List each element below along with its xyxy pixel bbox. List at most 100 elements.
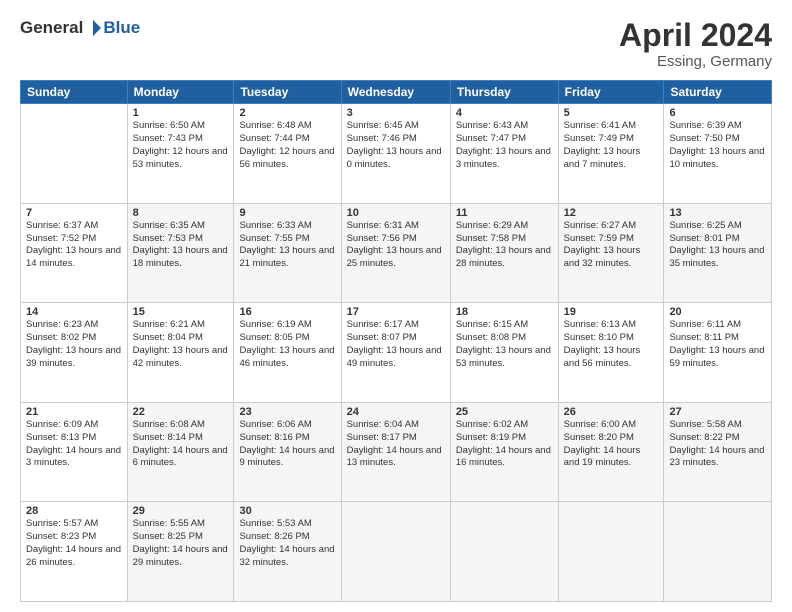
calendar-week-row: 21Sunrise: 6:09 AM Sunset: 8:13 PM Dayli… [21, 402, 772, 502]
calendar-cell: 3Sunrise: 6:45 AM Sunset: 7:46 PM Daylig… [341, 104, 450, 204]
day-info: Sunrise: 6:39 AM Sunset: 7:50 PM Dayligh… [669, 120, 766, 171]
day-number: 1 [133, 107, 229, 119]
day-number: 6 [669, 107, 766, 119]
calendar-cell: 23Sunrise: 6:06 AM Sunset: 8:16 PM Dayli… [234, 402, 341, 502]
calendar-week-row: 28Sunrise: 5:57 AM Sunset: 8:23 PM Dayli… [21, 502, 772, 602]
day-number: 20 [669, 306, 766, 318]
day-info: Sunrise: 6:09 AM Sunset: 8:13 PM Dayligh… [26, 419, 122, 470]
day-info: Sunrise: 6:13 AM Sunset: 8:10 PM Dayligh… [564, 319, 659, 370]
day-number: 16 [239, 306, 335, 318]
title-block: April 2024 Essing, Germany [619, 18, 772, 70]
calendar-cell: 2Sunrise: 6:48 AM Sunset: 7:44 PM Daylig… [234, 104, 341, 204]
calendar-cell: 18Sunrise: 6:15 AM Sunset: 8:08 PM Dayli… [450, 303, 558, 403]
day-number: 27 [669, 406, 766, 418]
day-info: Sunrise: 5:57 AM Sunset: 8:23 PM Dayligh… [26, 518, 122, 569]
calendar-cell: 13Sunrise: 6:25 AM Sunset: 8:01 PM Dayli… [664, 203, 772, 303]
day-number: 10 [347, 207, 445, 219]
calendar-cell: 20Sunrise: 6:11 AM Sunset: 8:11 PM Dayli… [664, 303, 772, 403]
weekday-header-tuesday: Tuesday [234, 81, 341, 104]
day-info: Sunrise: 6:08 AM Sunset: 8:14 PM Dayligh… [133, 419, 229, 470]
day-info: Sunrise: 6:45 AM Sunset: 7:46 PM Dayligh… [347, 120, 445, 171]
calendar-cell: 25Sunrise: 6:02 AM Sunset: 8:19 PM Dayli… [450, 402, 558, 502]
day-number: 3 [347, 107, 445, 119]
weekday-header-monday: Monday [127, 81, 234, 104]
month-title: April 2024 [619, 18, 772, 53]
calendar-cell: 24Sunrise: 6:04 AM Sunset: 8:17 PM Dayli… [341, 402, 450, 502]
weekday-header-row: SundayMondayTuesdayWednesdayThursdayFrid… [21, 81, 772, 104]
day-info: Sunrise: 6:43 AM Sunset: 7:47 PM Dayligh… [456, 120, 553, 171]
day-info: Sunrise: 6:04 AM Sunset: 8:17 PM Dayligh… [347, 419, 445, 470]
calendar-cell: 9Sunrise: 6:33 AM Sunset: 7:55 PM Daylig… [234, 203, 341, 303]
day-number: 19 [564, 306, 659, 318]
calendar-cell: 12Sunrise: 6:27 AM Sunset: 7:59 PM Dayli… [558, 203, 664, 303]
day-info: Sunrise: 6:15 AM Sunset: 8:08 PM Dayligh… [456, 319, 553, 370]
day-info: Sunrise: 6:11 AM Sunset: 8:11 PM Dayligh… [669, 319, 766, 370]
calendar-cell: 21Sunrise: 6:09 AM Sunset: 8:13 PM Dayli… [21, 402, 128, 502]
calendar-cell: 11Sunrise: 6:29 AM Sunset: 7:58 PM Dayli… [450, 203, 558, 303]
day-info: Sunrise: 6:29 AM Sunset: 7:58 PM Dayligh… [456, 220, 553, 271]
calendar-page: General Blue April 2024 Essing, Germany … [0, 0, 792, 612]
day-info: Sunrise: 6:50 AM Sunset: 7:43 PM Dayligh… [133, 120, 229, 171]
day-number: 26 [564, 406, 659, 418]
weekday-header-saturday: Saturday [664, 81, 772, 104]
day-number: 29 [133, 505, 229, 517]
logo-general: General [20, 18, 83, 38]
calendar-cell: 27Sunrise: 5:58 AM Sunset: 8:22 PM Dayli… [664, 402, 772, 502]
calendar-cell: 7Sunrise: 6:37 AM Sunset: 7:52 PM Daylig… [21, 203, 128, 303]
day-number: 13 [669, 207, 766, 219]
calendar-cell: 28Sunrise: 5:57 AM Sunset: 8:23 PM Dayli… [21, 502, 128, 602]
calendar-cell: 16Sunrise: 6:19 AM Sunset: 8:05 PM Dayli… [234, 303, 341, 403]
day-info: Sunrise: 6:37 AM Sunset: 7:52 PM Dayligh… [26, 220, 122, 271]
day-number: 5 [564, 107, 659, 119]
calendar-cell: 6Sunrise: 6:39 AM Sunset: 7:50 PM Daylig… [664, 104, 772, 204]
header: General Blue April 2024 Essing, Germany [20, 18, 772, 70]
day-number: 15 [133, 306, 229, 318]
weekday-header-sunday: Sunday [21, 81, 128, 104]
calendar-cell: 17Sunrise: 6:17 AM Sunset: 8:07 PM Dayli… [341, 303, 450, 403]
day-number: 2 [239, 107, 335, 119]
day-number: 9 [239, 207, 335, 219]
calendar-cell: 5Sunrise: 6:41 AM Sunset: 7:49 PM Daylig… [558, 104, 664, 204]
day-number: 11 [456, 207, 553, 219]
logo-icon [84, 19, 102, 37]
calendar-cell: 22Sunrise: 6:08 AM Sunset: 8:14 PM Dayli… [127, 402, 234, 502]
day-number: 28 [26, 505, 122, 517]
day-info: Sunrise: 6:27 AM Sunset: 7:59 PM Dayligh… [564, 220, 659, 271]
calendar-cell: 10Sunrise: 6:31 AM Sunset: 7:56 PM Dayli… [341, 203, 450, 303]
day-info: Sunrise: 5:53 AM Sunset: 8:26 PM Dayligh… [239, 518, 335, 569]
calendar-week-row: 7Sunrise: 6:37 AM Sunset: 7:52 PM Daylig… [21, 203, 772, 303]
day-info: Sunrise: 6:23 AM Sunset: 8:02 PM Dayligh… [26, 319, 122, 370]
day-number: 14 [26, 306, 122, 318]
day-number: 21 [26, 406, 122, 418]
day-info: Sunrise: 6:06 AM Sunset: 8:16 PM Dayligh… [239, 419, 335, 470]
calendar-cell [664, 502, 772, 602]
day-info: Sunrise: 5:55 AM Sunset: 8:25 PM Dayligh… [133, 518, 229, 569]
calendar-cell: 15Sunrise: 6:21 AM Sunset: 8:04 PM Dayli… [127, 303, 234, 403]
calendar-week-row: 1Sunrise: 6:50 AM Sunset: 7:43 PM Daylig… [21, 104, 772, 204]
day-number: 12 [564, 207, 659, 219]
day-info: Sunrise: 6:25 AM Sunset: 8:01 PM Dayligh… [669, 220, 766, 271]
day-info: Sunrise: 6:31 AM Sunset: 7:56 PM Dayligh… [347, 220, 445, 271]
day-info: Sunrise: 6:02 AM Sunset: 8:19 PM Dayligh… [456, 419, 553, 470]
day-number: 18 [456, 306, 553, 318]
calendar-cell: 19Sunrise: 6:13 AM Sunset: 8:10 PM Dayli… [558, 303, 664, 403]
location: Essing, Germany [619, 53, 772, 70]
day-number: 8 [133, 207, 229, 219]
calendar-cell [450, 502, 558, 602]
day-number: 22 [133, 406, 229, 418]
calendar-table: SundayMondayTuesdayWednesdayThursdayFrid… [20, 80, 772, 602]
calendar-cell: 14Sunrise: 6:23 AM Sunset: 8:02 PM Dayli… [21, 303, 128, 403]
day-info: Sunrise: 5:58 AM Sunset: 8:22 PM Dayligh… [669, 419, 766, 470]
day-number: 30 [239, 505, 335, 517]
calendar-cell: 1Sunrise: 6:50 AM Sunset: 7:43 PM Daylig… [127, 104, 234, 204]
weekday-header-thursday: Thursday [450, 81, 558, 104]
day-info: Sunrise: 6:35 AM Sunset: 7:53 PM Dayligh… [133, 220, 229, 271]
calendar-cell: 30Sunrise: 5:53 AM Sunset: 8:26 PM Dayli… [234, 502, 341, 602]
calendar-cell [558, 502, 664, 602]
logo: General Blue [20, 18, 140, 38]
weekday-header-friday: Friday [558, 81, 664, 104]
calendar-cell: 26Sunrise: 6:00 AM Sunset: 8:20 PM Dayli… [558, 402, 664, 502]
weekday-header-wednesday: Wednesday [341, 81, 450, 104]
day-info: Sunrise: 6:17 AM Sunset: 8:07 PM Dayligh… [347, 319, 445, 370]
day-info: Sunrise: 6:00 AM Sunset: 8:20 PM Dayligh… [564, 419, 659, 470]
